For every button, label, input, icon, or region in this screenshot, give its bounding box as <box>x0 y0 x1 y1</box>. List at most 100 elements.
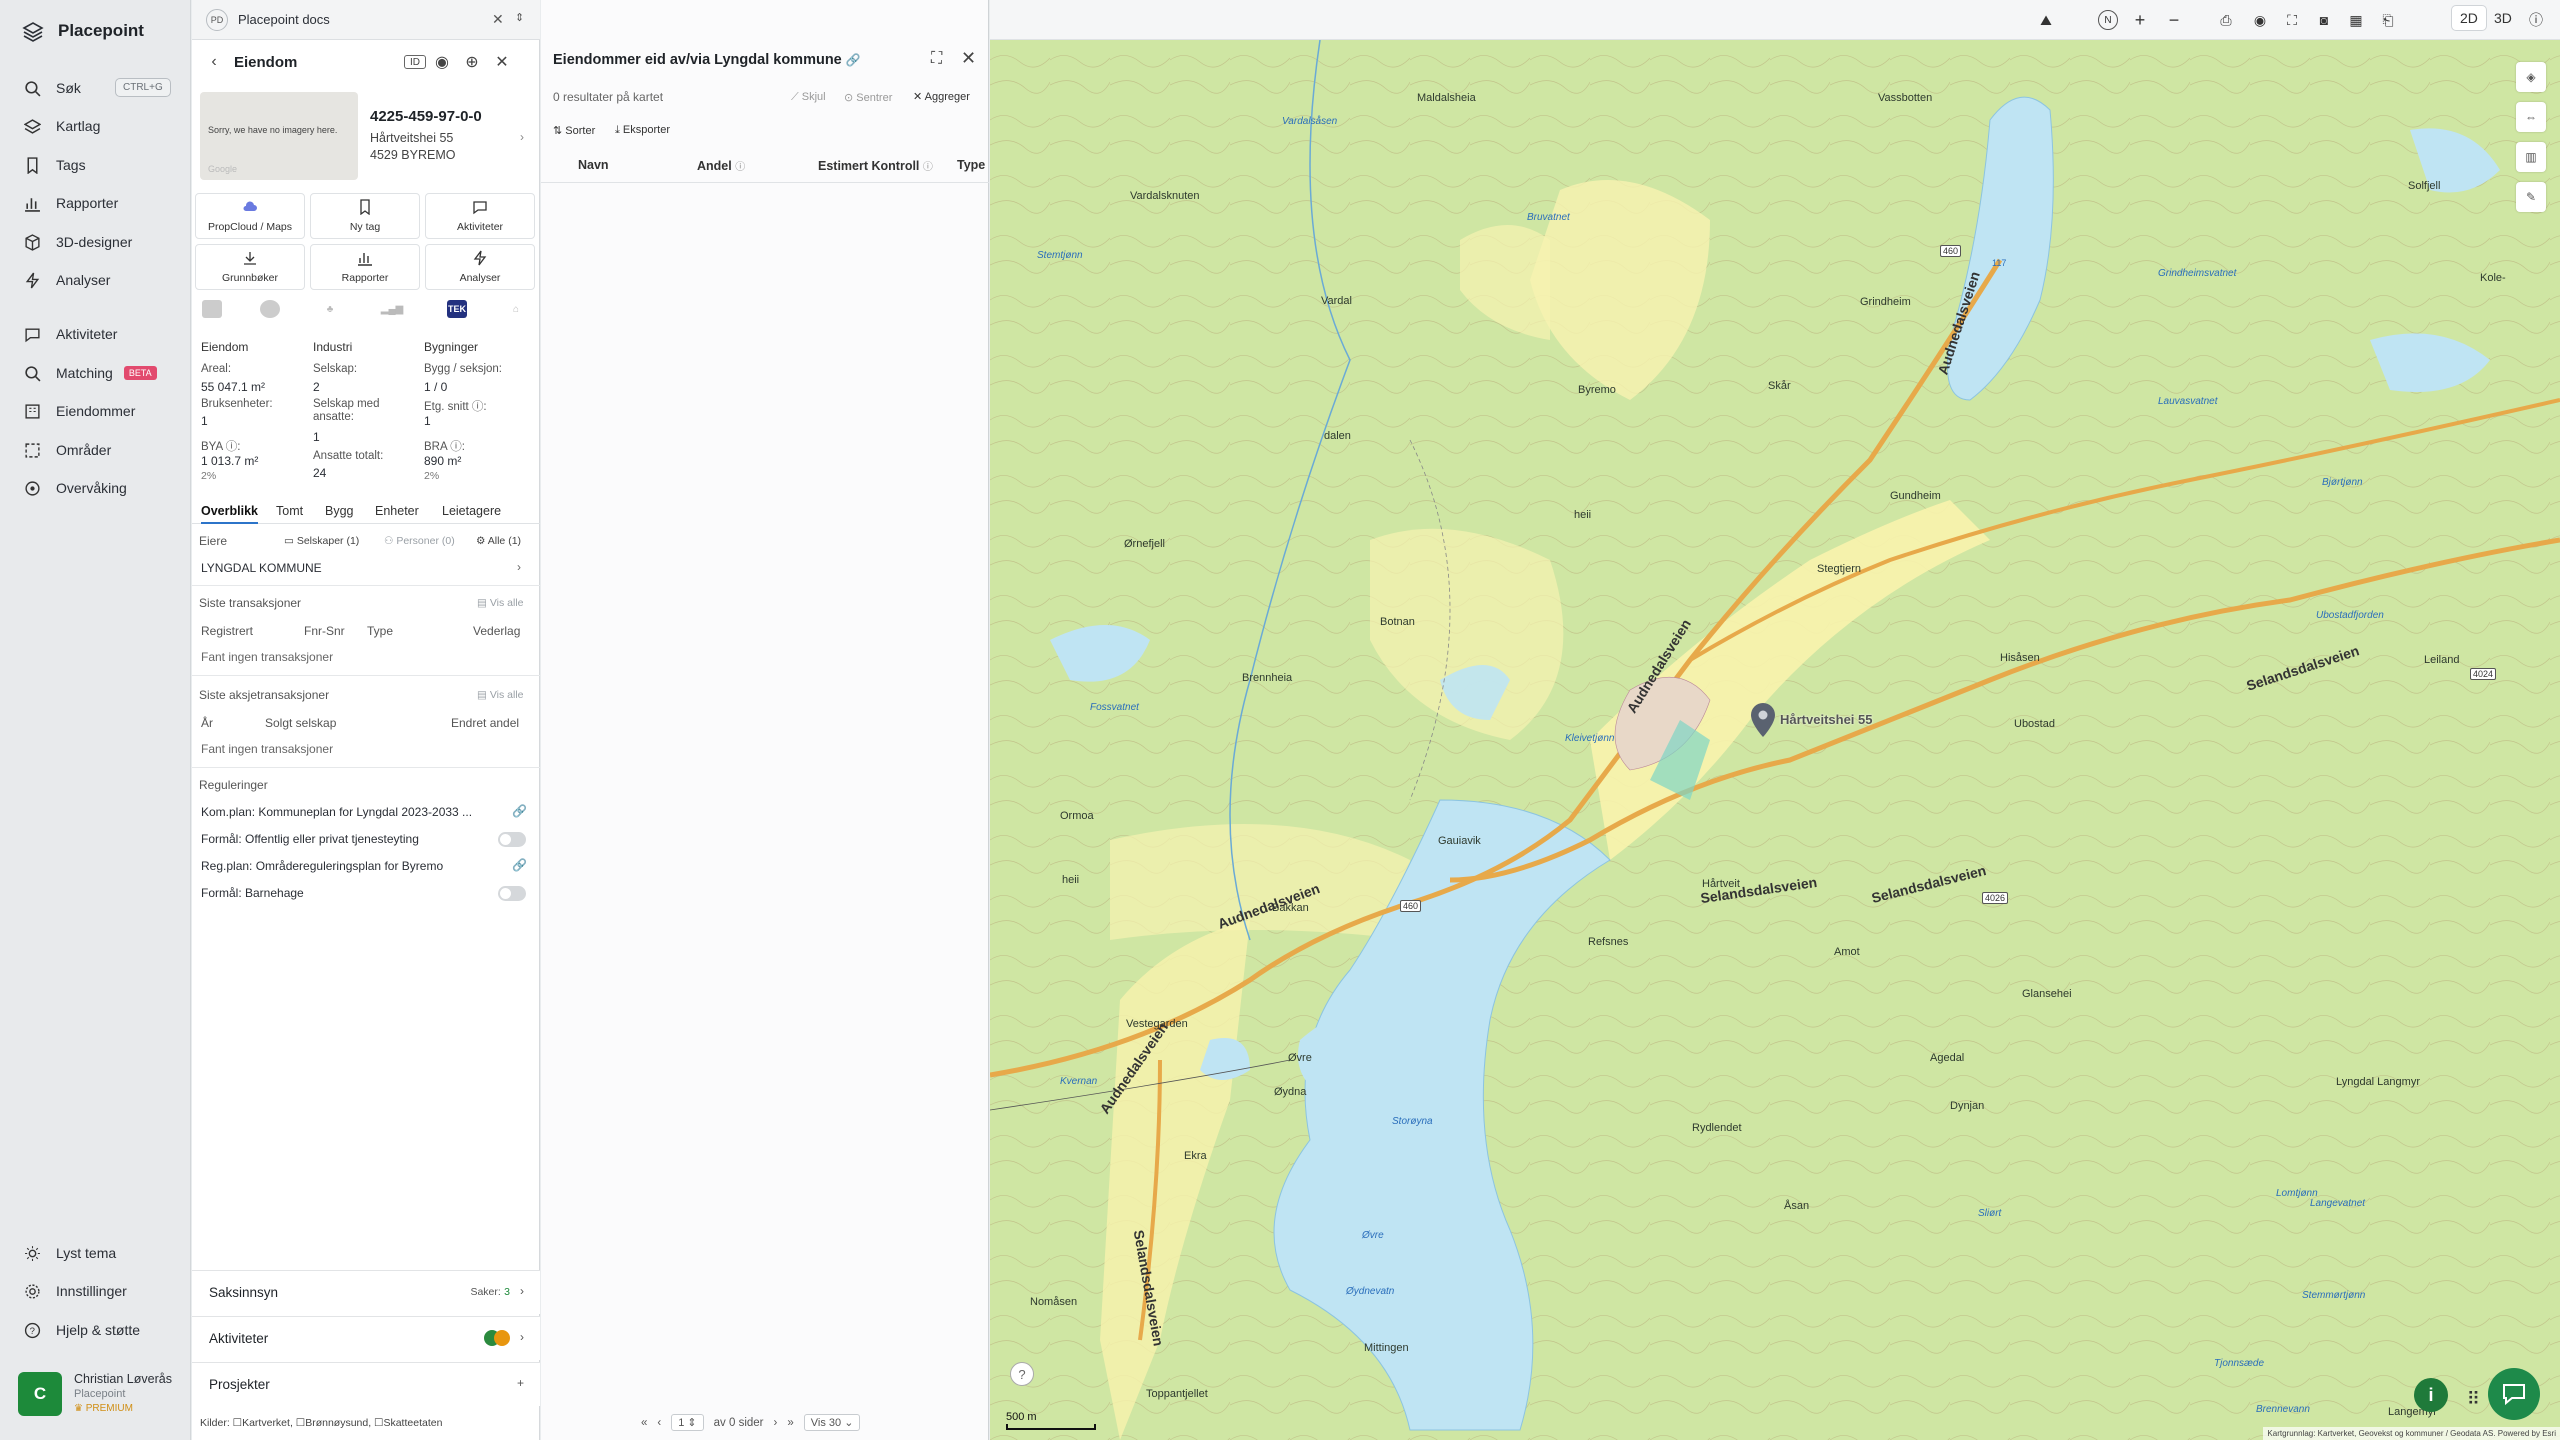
next-page-icon[interactable]: › <box>774 1417 778 1429</box>
toggle-formal-2[interactable] <box>498 886 526 901</box>
reg-kommuneplan[interactable]: Kom.plan: Kommuneplan for Lyngdal 2023-2… <box>201 805 472 819</box>
zoom-in-icon[interactable]: + <box>2130 10 2150 30</box>
expand-icon[interactable]: ⛶ <box>931 50 942 68</box>
location-pin-icon[interactable] <box>1750 702 1776 738</box>
source-plant-icon[interactable]: ♣ <box>320 300 340 318</box>
grid-icon[interactable]: ▦ <box>2346 10 2366 30</box>
nav-item-analyser[interactable]: Analyser <box>24 268 174 292</box>
activities-button[interactable]: Aktiviteter <box>425 193 535 239</box>
close-icon[interactable]: ✕ <box>961 48 976 69</box>
source-globe-icon[interactable] <box>260 300 280 318</box>
close-icon[interactable]: ✕ <box>492 11 504 28</box>
bookmark-icon[interactable]: ⎗ <box>2378 10 2398 30</box>
tab-bygg[interactable]: Bygg <box>325 504 354 518</box>
new-tag-button[interactable]: Ny tag <box>310 193 420 239</box>
property-image[interactable]: Sorry, we have no imagery here. Google <box>200 92 358 180</box>
sort-button[interactable]: ⇅ Sorter <box>553 124 595 137</box>
tab-tomt[interactable]: Tomt <box>276 504 303 518</box>
compass-icon[interactable]: N <box>2098 10 2118 30</box>
projects-accordion[interactable]: Prosjekter + <box>192 1362 540 1406</box>
prev-page-icon[interactable]: ‹ <box>657 1417 661 1429</box>
drag-handle-icon[interactable]: ⠿ <box>2467 1389 2480 1410</box>
propcloud-button[interactable]: PropCloud / Maps <box>195 193 305 239</box>
last-page-icon[interactable]: » <box>787 1417 793 1429</box>
nav-item-overvaking[interactable]: Overvåking <box>24 476 174 500</box>
reg-reguleringsplan[interactable]: Reg.plan: Områdereguleringsplan for Byre… <box>201 859 443 873</box>
analyses-button[interactable]: Analyser <box>425 244 535 290</box>
map-stats-icon[interactable]: ▥ <box>2516 142 2546 172</box>
link-icon[interactable]: 🔗 <box>512 804 527 818</box>
chevron-right-icon[interactable]: › <box>517 560 521 574</box>
layers-toggle-icon[interactable]: ⛰ <box>2036 10 2056 30</box>
nav-item-innstillinger[interactable]: Innstillinger <box>24 1279 174 1303</box>
activities-accordion[interactable]: Aktiviteter › <box>192 1316 540 1360</box>
land-registry-button[interactable]: Grunnbøker <box>195 244 305 290</box>
print-icon[interactable]: ⎙ <box>2216 10 2236 30</box>
nav-item-rapporter[interactable]: Rapporter <box>24 191 174 215</box>
nav-item-hjelp[interactable]: ? Hjelp & støtte <box>24 1318 174 1342</box>
info-button[interactable]: i <box>2414 1378 2448 1412</box>
page-input[interactable]: 1 ⇕ <box>671 1414 704 1431</box>
owner-name[interactable]: LYNGDAL KOMMUNE <box>201 561 322 575</box>
chevron-right-icon[interactable]: › <box>520 130 524 144</box>
export-button[interactable]: ⤓ Eksporter <box>615 124 670 137</box>
source-bars-icon[interactable]: ▂▄▆ <box>381 300 403 318</box>
nav-item-eiendommer[interactable]: Eiendommer <box>24 399 174 423</box>
brand[interactable]: Placepoint <box>22 20 144 42</box>
nav-item-omrader[interactable]: Områder <box>24 438 174 462</box>
map-canvas[interactable]: Maldalsheia Vassbotten Vardalsåsen Varda… <box>990 40 2560 1440</box>
nav-item-matching[interactable]: Matching BETA <box>24 361 174 385</box>
nav-item-3d-designer[interactable]: 3D-designer <box>24 230 174 254</box>
map-draw-icon[interactable]: ✎ <box>2516 182 2546 212</box>
view-all-share-link[interactable]: ▤ Vis alle <box>477 689 524 701</box>
col-type[interactable]: Type <box>957 158 985 172</box>
hide-button[interactable]: ⟋ Skjul <box>791 91 826 104</box>
col-navn[interactable]: Navn <box>578 158 609 172</box>
source-tek-chip[interactable]: TEK <box>447 300 467 318</box>
filter-persons[interactable]: ⚇ Personer (0) <box>384 535 455 547</box>
back-icon[interactable]: ‹ <box>204 53 224 71</box>
target-icon[interactable]: ⊕ <box>462 53 482 71</box>
filter-companies[interactable]: ▭ Selskaper (1) <box>284 535 359 547</box>
id-card-icon[interactable]: ID <box>404 55 426 69</box>
nav-item-tags[interactable]: Tags <box>24 153 174 177</box>
reports-button[interactable]: Rapporter <box>310 244 420 290</box>
camera-icon[interactable]: ◙ <box>2314 10 2334 30</box>
doc-selector[interactable]: PD Placepoint docs ✕ ⇕ <box>192 0 540 40</box>
nav-item-aktiviteter[interactable]: Aktiviteter <box>24 322 174 346</box>
view-all-transactions-link[interactable]: ▤ Vis alle <box>477 597 524 609</box>
center-button[interactable]: ⊙ Sentrer <box>844 91 892 104</box>
info-icon[interactable]: ⓘ <box>2526 10 2546 30</box>
col-andel[interactable]: Andel ⓘ <box>697 158 745 173</box>
tab-enheter[interactable]: Enheter <box>375 504 419 518</box>
source-home-icon[interactable]: ⌂ <box>506 300 526 318</box>
map-help-icon[interactable]: ? <box>1010 1362 1034 1386</box>
fullscreen-icon[interactable]: ⛶ <box>2282 10 2302 30</box>
chevron-updown-icon[interactable]: ⇕ <box>515 11 524 24</box>
nav-item-lyst-tema[interactable]: Lyst tema <box>24 1241 174 1265</box>
map-layers-icon[interactable]: ◈ <box>2516 62 2546 92</box>
toggle-formal-1[interactable] <box>498 832 526 847</box>
eye-icon[interactable]: ◉ <box>2250 10 2270 30</box>
close-icon[interactable]: ✕ <box>492 53 512 71</box>
mode-2d-button[interactable]: 2D <box>2452 6 2486 30</box>
saksinnsyn-accordion[interactable]: Saksinnsyn Saker: 3 › <box>192 1270 540 1314</box>
filter-all[interactable]: ⚙ Alle (1) <box>476 535 521 547</box>
chat-button[interactable] <box>2488 1368 2540 1420</box>
user-profile[interactable]: C Christian Løverås Placepoint ♛ PREMIUM <box>18 1372 172 1416</box>
col-estimert-kontroll[interactable]: Estimert Kontroll ⓘ <box>818 158 933 173</box>
nav-item-kartlag[interactable]: Kartlag <box>24 114 174 138</box>
add-icon[interactable]: + <box>517 1376 524 1390</box>
mode-3d-button[interactable]: 3D <box>2486 6 2520 30</box>
link-icon[interactable]: 🔗 <box>846 53 861 67</box>
first-page-icon[interactable]: « <box>641 1417 647 1429</box>
link-icon[interactable]: 🔗 <box>512 858 527 872</box>
tab-overblikk[interactable]: Overblikk <box>201 504 258 524</box>
zoom-out-icon[interactable]: − <box>2164 10 2184 30</box>
source-grunnbok-icon[interactable] <box>202 300 222 318</box>
eye-icon[interactable]: ◉ <box>432 53 452 71</box>
aggregate-button[interactable]: ✕ Aggreger <box>913 90 970 103</box>
tab-leietagere[interactable]: Leietagere <box>442 504 501 518</box>
map-measure-icon[interactable]: ⇔ <box>2516 102 2546 132</box>
per-page-select[interactable]: Vis 30 ⌄ <box>803 1414 861 1431</box>
